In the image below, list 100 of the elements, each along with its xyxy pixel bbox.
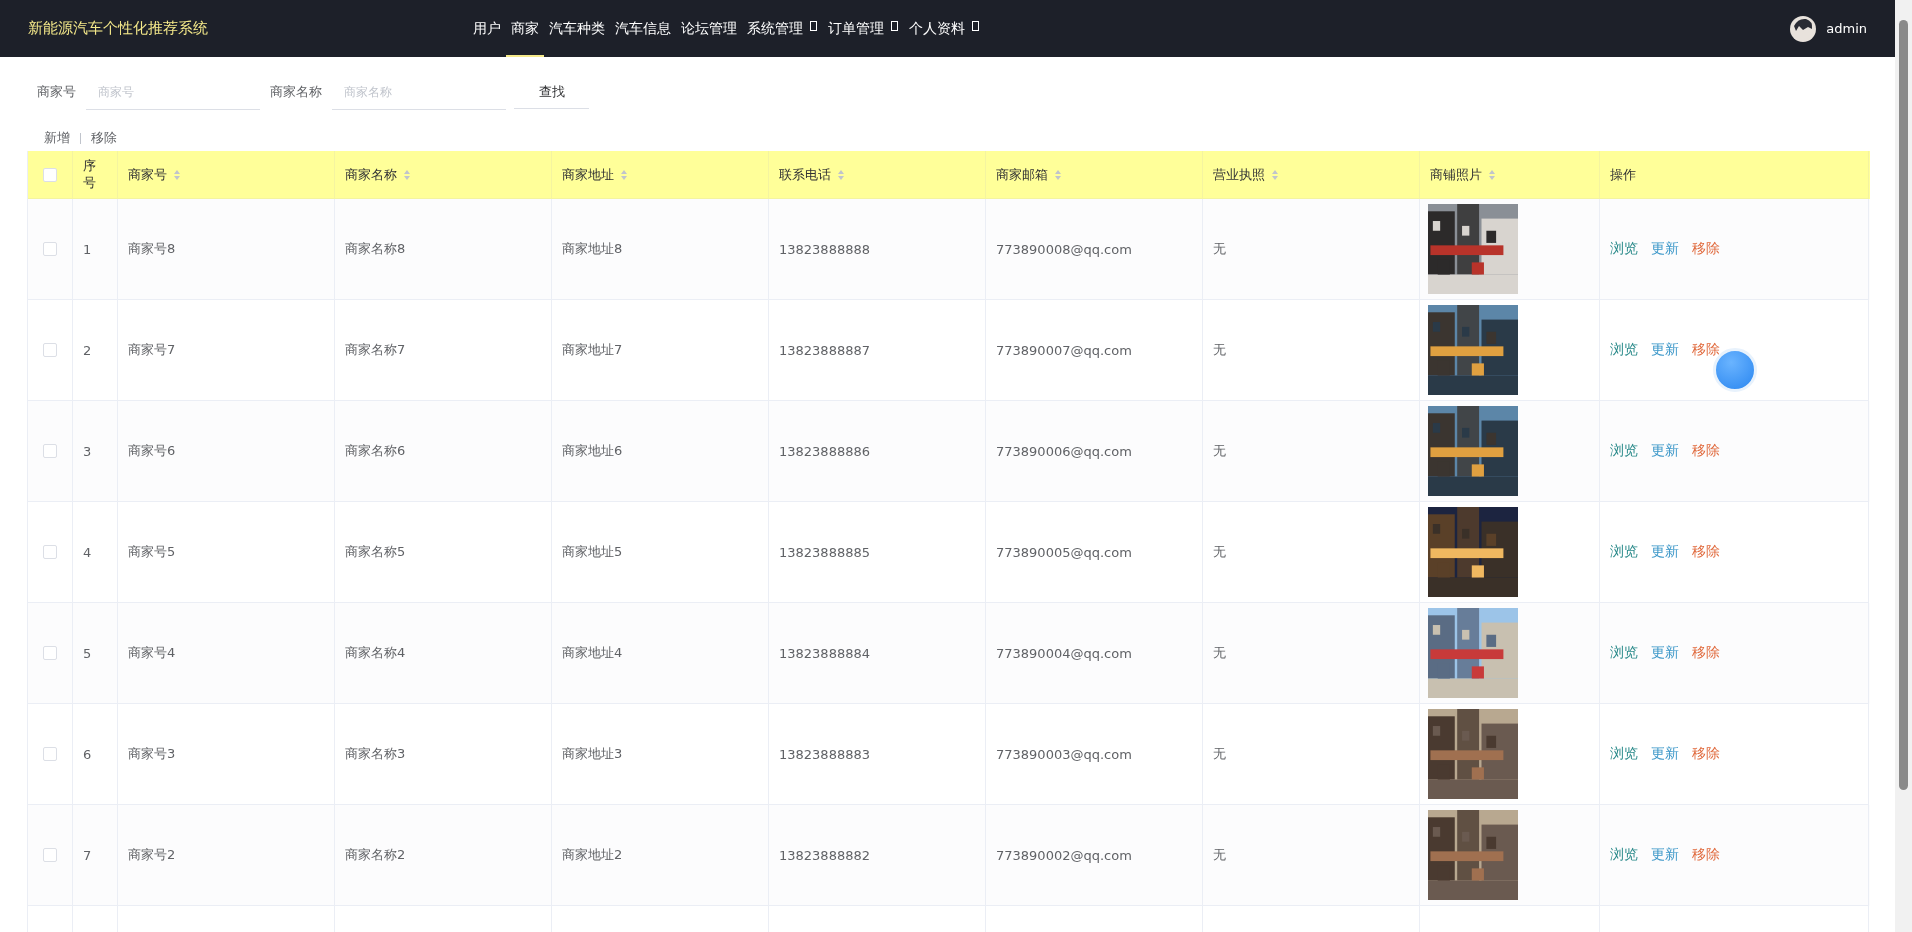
username[interactable]: admin [1826, 21, 1867, 36]
nav-tab[interactable]: 个人资料 [904, 0, 970, 57]
table-cell: 商家名称2 [345, 846, 406, 864]
nav-tab[interactable]: 订单管理 [823, 0, 889, 57]
table-cell: 无 [1213, 442, 1226, 460]
row-action-link[interactable]: 移除 [1692, 644, 1720, 662]
table-cell: 商家号7 [128, 341, 176, 359]
row-action-link[interactable]: 浏览 [1610, 745, 1638, 763]
table-cell: 13823888885 [779, 544, 870, 560]
row-action-link[interactable]: 移除 [1692, 240, 1720, 258]
table-cell: 商家名称5 [345, 543, 406, 561]
action-link[interactable]: 移除 [91, 129, 117, 147]
row-action-link[interactable]: 移除 [1692, 543, 1720, 561]
nav-tab[interactable]: 用户 [468, 0, 506, 57]
table-cell: 13823888884 [779, 645, 870, 661]
nav-tab[interactable]: 商家 [506, 0, 544, 57]
row-checkbox[interactable] [43, 444, 57, 458]
table-cell: 商家名称8 [345, 240, 406, 258]
table-cell: 1 [83, 241, 92, 257]
nav-tab[interactable]: 系统管理 [742, 0, 808, 57]
table-cell: 5 [83, 645, 92, 661]
row-action-link[interactable]: 浏览 [1610, 341, 1638, 359]
row-checkbox[interactable] [43, 545, 57, 559]
row-action-link[interactable]: 浏览 [1610, 644, 1638, 662]
column-header[interactable]: 商家名称 [345, 165, 397, 184]
sort-icon[interactable] [1488, 168, 1496, 181]
column-header[interactable]: 商铺照片 [1430, 165, 1482, 184]
nav-tab[interactable]: 汽车信息 [610, 0, 676, 57]
table-cell: 773890008@qq.com [996, 241, 1132, 257]
table-cell: 773890004@qq.com [996, 645, 1132, 661]
row-action-link[interactable]: 浏览 [1610, 240, 1638, 258]
table-cell: 4 [83, 544, 92, 560]
table-cell: 773890003@qq.com [996, 746, 1132, 762]
table-cell: 13823888888 [779, 241, 870, 257]
table-cell: 商家地址6 [562, 442, 623, 460]
sort-icon[interactable] [1271, 168, 1279, 181]
table-cell: 无 [1213, 543, 1226, 561]
row-action-link[interactable]: 更新 [1651, 442, 1679, 460]
table-cell: 无 [1213, 341, 1226, 359]
column-header[interactable]: 商家邮箱 [996, 165, 1048, 184]
table-cell: 商家地址7 [562, 341, 623, 359]
table-cell: 无 [1213, 846, 1226, 864]
scrollbar[interactable] [1895, 0, 1912, 932]
table-cell: 773890007@qq.com [996, 342, 1132, 358]
column-header: 序号 [83, 158, 97, 191]
table-cell: 13823888882 [779, 847, 870, 863]
dropdown-icon[interactable] [972, 20, 979, 31]
table-cell: 无 [1213, 240, 1226, 258]
sort-icon[interactable] [403, 168, 411, 181]
row-action-link[interactable]: 更新 [1651, 644, 1679, 662]
row-checkbox[interactable] [43, 848, 57, 862]
nav-tab[interactable]: 汽车种类 [544, 0, 610, 57]
row-action-link[interactable]: 更新 [1651, 341, 1679, 359]
table-cell: 3 [83, 443, 92, 459]
sort-icon[interactable] [1054, 168, 1062, 181]
column-header[interactable]: 营业执照 [1213, 165, 1265, 184]
row-action-link[interactable]: 浏览 [1610, 846, 1638, 864]
table-cell: 商家号2 [128, 846, 176, 864]
action-link[interactable]: 新增 [44, 129, 70, 147]
row-checkbox[interactable] [43, 747, 57, 761]
table-cell: 13823888887 [779, 342, 870, 358]
row-action-link[interactable]: 移除 [1692, 846, 1720, 864]
table-cell: 商家号8 [128, 240, 176, 258]
row-action-link[interactable]: 移除 [1692, 341, 1720, 359]
table-cell: 13823888886 [779, 443, 870, 459]
sort-icon[interactable] [837, 168, 845, 181]
row-action-link[interactable]: 浏览 [1610, 543, 1638, 561]
field-label: 商家号 [37, 83, 76, 101]
sort-icon[interactable] [173, 168, 181, 181]
sort-icon[interactable] [620, 168, 628, 181]
dropdown-icon[interactable] [891, 20, 898, 31]
table-cell: 无 [1213, 745, 1226, 763]
row-action-link[interactable]: 更新 [1651, 745, 1679, 763]
row-action-link[interactable]: 更新 [1651, 240, 1679, 258]
column-header[interactable]: 商家地址 [562, 165, 614, 184]
nav-tab[interactable]: 论坛管理 [676, 0, 742, 57]
table-cell: 商家地址3 [562, 745, 623, 763]
select-all-checkbox[interactable] [43, 167, 57, 182]
row-action-link[interactable]: 浏览 [1610, 442, 1638, 460]
table-cell: 7 [83, 847, 92, 863]
row-checkbox[interactable] [43, 646, 57, 660]
row-action-link[interactable]: 更新 [1651, 543, 1679, 561]
field-label: 商家名称 [270, 83, 322, 101]
row-checkbox[interactable] [43, 343, 57, 357]
table-cell: 商家名称7 [345, 341, 406, 359]
row-checkbox[interactable] [43, 242, 57, 256]
table-cell: 6 [83, 746, 92, 762]
table-cell: 商家名称6 [345, 442, 406, 460]
table-cell: 773890006@qq.com [996, 443, 1132, 459]
avatar-icon[interactable] [1790, 15, 1817, 42]
row-action-link[interactable]: 更新 [1651, 846, 1679, 864]
table-cell: 商家号6 [128, 442, 176, 460]
table-cell: 773890002@qq.com [996, 847, 1132, 863]
column-header[interactable]: 商家号 [128, 165, 167, 184]
table-cell: 商家号5 [128, 543, 176, 561]
table-cell: 商家地址5 [562, 543, 623, 561]
row-action-link[interactable]: 移除 [1692, 442, 1720, 460]
column-header[interactable]: 联系电话 [779, 165, 831, 184]
dropdown-icon[interactable] [810, 20, 817, 31]
row-action-link[interactable]: 移除 [1692, 745, 1720, 763]
